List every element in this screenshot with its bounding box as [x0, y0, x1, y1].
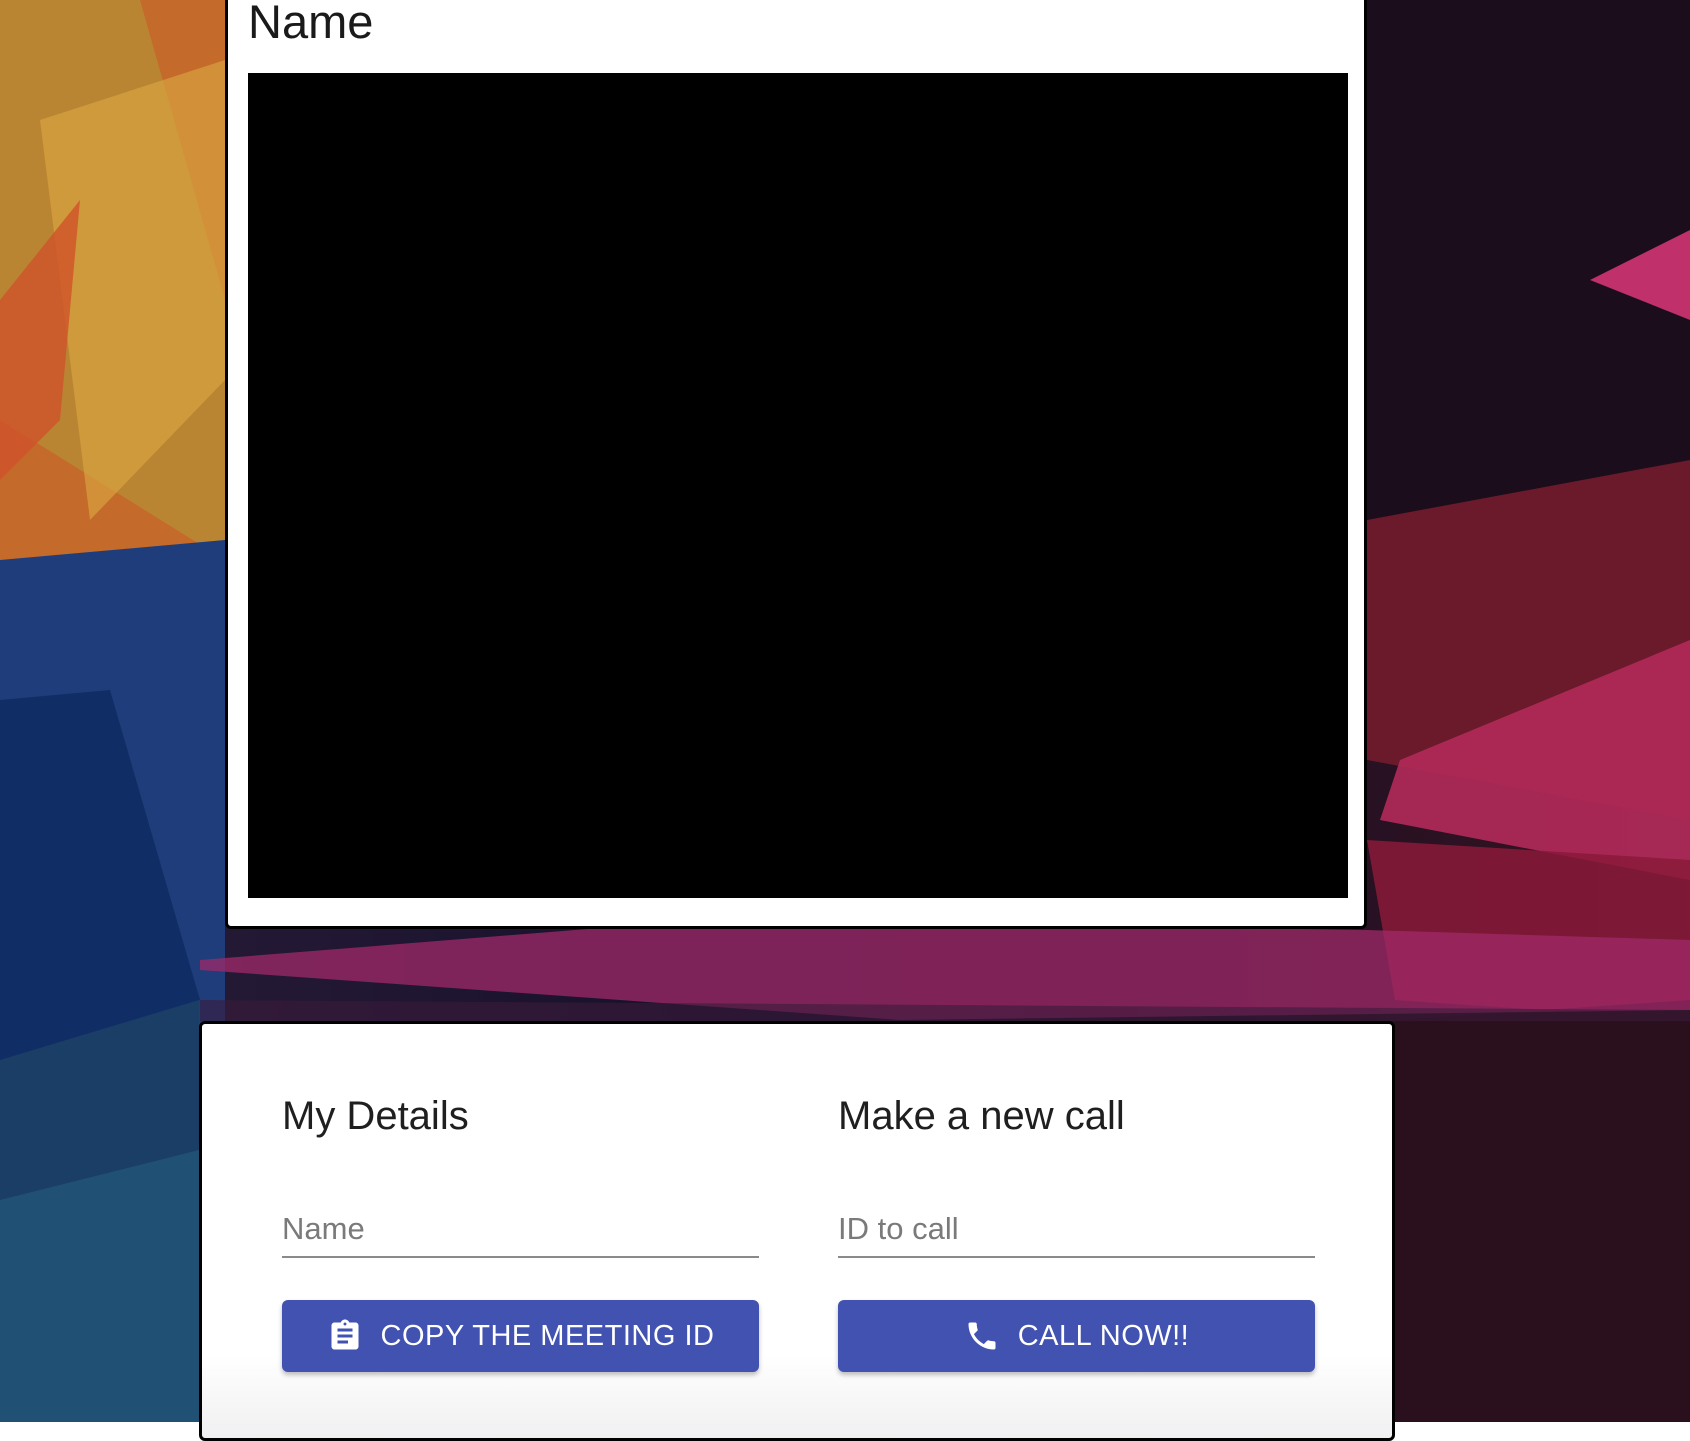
make-call-heading: Make a new call: [838, 1094, 1125, 1138]
name-input[interactable]: [282, 1204, 759, 1254]
video-participant-name: Name: [248, 0, 374, 48]
video-stream: [248, 73, 1348, 898]
clipboard-icon: [327, 1318, 363, 1354]
id-to-call-input[interactable]: [838, 1204, 1315, 1254]
call-now-label: CALL NOW!!: [1017, 1319, 1190, 1352]
phone-icon: [964, 1318, 1000, 1354]
my-details-heading: My Details: [282, 1094, 469, 1138]
id-to-call-field: [838, 1204, 1315, 1258]
copy-meeting-id-button[interactable]: COPY THE MEETING ID: [282, 1300, 759, 1372]
call-now-button[interactable]: CALL NOW!!: [838, 1300, 1315, 1372]
video-card: Name: [225, 0, 1367, 929]
name-field: [282, 1204, 759, 1258]
call-options-card: My Details COPY THE MEETING ID Make a ne…: [199, 1021, 1395, 1441]
copy-meeting-id-label: COPY THE MEETING ID: [380, 1319, 715, 1352]
